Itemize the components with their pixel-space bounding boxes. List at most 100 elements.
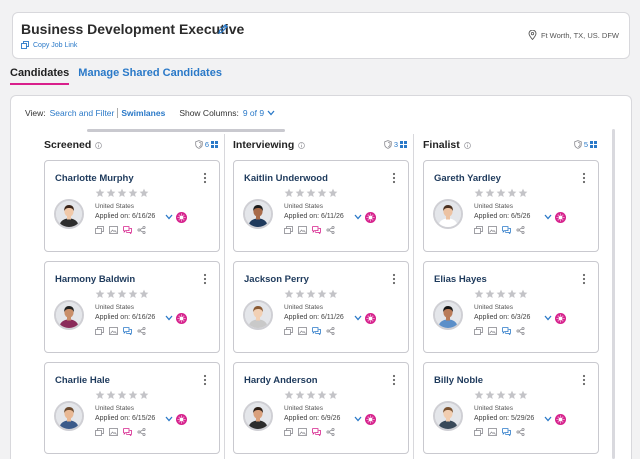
message-icon[interactable]	[502, 226, 511, 234]
vertical-scrollbar[interactable]	[612, 129, 615, 459]
candidate-name[interactable]: Jackson Perry	[244, 274, 309, 285]
star-icon[interactable]	[117, 390, 127, 400]
star-icon[interactable]	[507, 289, 517, 299]
message-icon[interactable]	[123, 327, 132, 335]
star-icon[interactable]	[474, 188, 484, 198]
star-icon[interactable]	[117, 289, 127, 299]
star-icon[interactable]	[106, 188, 116, 198]
image-icon[interactable]	[488, 226, 497, 234]
star-icon[interactable]	[106, 289, 116, 299]
candidate-card[interactable]: Hardy Anderson United States Applied on:…	[233, 362, 409, 454]
info-icon[interactable]	[298, 141, 306, 149]
share-icon[interactable]	[137, 428, 146, 436]
status-badge-icon[interactable]	[176, 212, 187, 223]
message-icon[interactable]	[312, 327, 321, 335]
more-options-icon[interactable]	[582, 273, 586, 285]
star-icon[interactable]	[128, 289, 138, 299]
star-rating[interactable]	[474, 289, 528, 299]
image-icon[interactable]	[109, 327, 118, 335]
chevron-down-icon[interactable]	[165, 416, 173, 422]
star-icon[interactable]	[284, 289, 294, 299]
copy-icon[interactable]	[284, 428, 293, 436]
status-badge-icon[interactable]	[365, 414, 376, 425]
candidate-card[interactable]: Charlotte Murphy United States Applied o…	[44, 160, 220, 252]
message-icon[interactable]	[312, 428, 321, 436]
star-icon[interactable]	[328, 188, 338, 198]
share-icon[interactable]	[326, 226, 335, 234]
message-icon[interactable]	[502, 428, 511, 436]
star-icon[interactable]	[328, 289, 338, 299]
star-icon[interactable]	[474, 289, 484, 299]
star-icon[interactable]	[139, 289, 149, 299]
grid-view-icon[interactable]	[400, 141, 407, 148]
star-icon[interactable]	[485, 188, 495, 198]
star-rating[interactable]	[95, 390, 149, 400]
star-icon[interactable]	[507, 188, 517, 198]
image-icon[interactable]	[109, 428, 118, 436]
candidate-name[interactable]: Kaitlin Underwood	[244, 173, 328, 184]
star-icon[interactable]	[496, 289, 506, 299]
more-options-icon[interactable]	[582, 172, 586, 184]
candidate-name[interactable]: Charlotte Murphy	[55, 173, 134, 184]
more-options-icon[interactable]	[203, 172, 207, 184]
candidate-card[interactable]: Gareth Yardley United States Applied on:…	[423, 160, 599, 252]
star-icon[interactable]	[95, 390, 105, 400]
star-rating[interactable]	[95, 289, 149, 299]
grid-view-icon[interactable]	[590, 141, 597, 148]
pencil-edit-icon[interactable]	[217, 23, 229, 35]
share-icon[interactable]	[137, 327, 146, 335]
star-icon[interactable]	[317, 188, 327, 198]
star-icon[interactable]	[139, 390, 149, 400]
star-icon[interactable]	[295, 289, 305, 299]
star-icon[interactable]	[306, 188, 316, 198]
more-options-icon[interactable]	[203, 273, 207, 285]
status-badge-icon[interactable]	[555, 212, 566, 223]
candidate-card[interactable]: Kaitlin Underwood United States Applied …	[233, 160, 409, 252]
candidate-name[interactable]: Elias Hayes	[434, 274, 487, 285]
tab-manage-shared-candidates[interactable]: Manage Shared Candidates	[78, 67, 222, 85]
star-icon[interactable]	[328, 390, 338, 400]
star-icon[interactable]	[284, 188, 294, 198]
candidate-name[interactable]: Hardy Anderson	[244, 375, 318, 386]
copy-icon[interactable]	[474, 327, 483, 335]
copy-icon[interactable]	[474, 226, 483, 234]
candidate-name[interactable]: Billy Noble	[434, 375, 483, 386]
copy-job-link[interactable]: Copy Job Link	[21, 41, 77, 49]
more-options-icon[interactable]	[203, 374, 207, 386]
swimlanes-view-link[interactable]: Swimlanes	[121, 108, 165, 118]
copy-icon[interactable]	[95, 327, 104, 335]
search-and-filter-link[interactable]: Search and Filter	[50, 108, 115, 118]
image-icon[interactable]	[109, 226, 118, 234]
show-columns-dropdown[interactable]: 9 of 9	[243, 108, 275, 118]
star-icon[interactable]	[485, 289, 495, 299]
candidate-name[interactable]: Charlie Hale	[55, 375, 110, 386]
image-icon[interactable]	[488, 327, 497, 335]
status-badge-icon[interactable]	[555, 414, 566, 425]
status-badge-icon[interactable]	[365, 212, 376, 223]
chevron-down-icon[interactable]	[354, 315, 362, 321]
message-icon[interactable]	[312, 226, 321, 234]
chevron-down-icon[interactable]	[544, 315, 552, 321]
star-icon[interactable]	[139, 188, 149, 198]
star-icon[interactable]	[117, 188, 127, 198]
star-icon[interactable]	[128, 390, 138, 400]
star-rating[interactable]	[284, 188, 338, 198]
chevron-down-icon[interactable]	[165, 315, 173, 321]
candidate-card[interactable]: Harmony Baldwin United States Applied on…	[44, 261, 220, 353]
star-icon[interactable]	[95, 289, 105, 299]
status-badge-icon[interactable]	[365, 313, 376, 324]
status-badge-icon[interactable]	[176, 414, 187, 425]
star-icon[interactable]	[518, 289, 528, 299]
candidate-card[interactable]: Billy Noble United States Applied on: 5/…	[423, 362, 599, 454]
star-icon[interactable]	[295, 188, 305, 198]
star-icon[interactable]	[106, 390, 116, 400]
star-icon[interactable]	[507, 390, 517, 400]
star-rating[interactable]	[474, 390, 528, 400]
more-options-icon[interactable]	[392, 172, 396, 184]
star-icon[interactable]	[496, 390, 506, 400]
chevron-down-icon[interactable]	[165, 214, 173, 220]
image-icon[interactable]	[298, 327, 307, 335]
share-icon[interactable]	[326, 428, 335, 436]
copy-icon[interactable]	[284, 226, 293, 234]
star-icon[interactable]	[317, 390, 327, 400]
